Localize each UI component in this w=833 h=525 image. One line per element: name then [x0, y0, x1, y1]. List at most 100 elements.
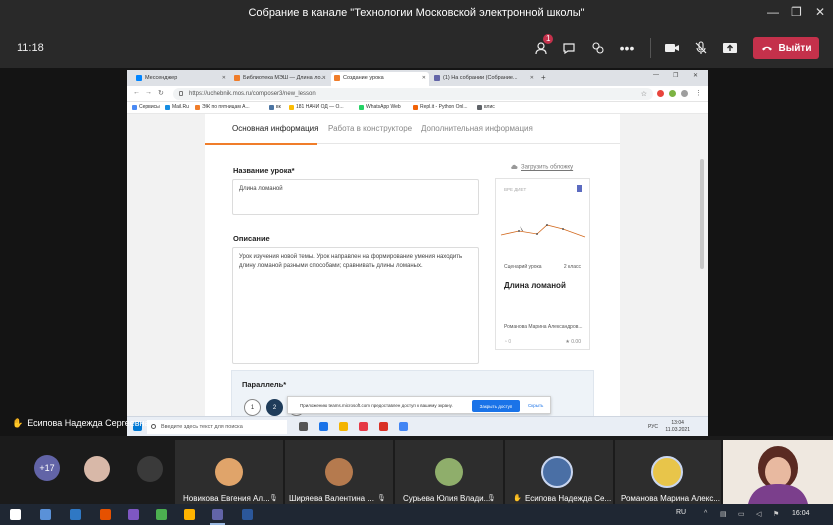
- bookmark-item[interactable]: вк: [269, 104, 281, 110]
- browser-minimize-icon[interactable]: —: [653, 72, 659, 78]
- teams-icon[interactable]: [210, 509, 225, 525]
- more-participants-button[interactable]: +17: [34, 455, 60, 481]
- bookmark-item[interactable]: влис: [477, 104, 495, 110]
- back-icon[interactable]: ←: [133, 89, 140, 96]
- page-scrollbar[interactable]: [700, 159, 704, 269]
- mesh-icon: [234, 75, 240, 81]
- hide-notification-button[interactable]: Скрыть: [528, 403, 543, 408]
- active-tab-indicator: [205, 143, 317, 145]
- tray-chevron-icon[interactable]: ^: [704, 510, 707, 517]
- forward-icon[interactable]: →: [145, 89, 152, 96]
- participant-tile[interactable]: Новикова Евгения Ал... 🎙: [175, 440, 283, 504]
- bookmark-star-icon[interactable]: ☆: [641, 90, 647, 98]
- taskbar-search[interactable]: Введите здесь текст для поиска: [147, 420, 287, 434]
- task-view-icon[interactable]: [299, 422, 308, 431]
- minimize-icon[interactable]: —: [767, 5, 779, 19]
- tab-close-icon[interactable]: ✕: [422, 75, 426, 81]
- bookmark-item[interactable]: 181 НАЧИ ОД — О...: [289, 104, 344, 110]
- close-icon[interactable]: ✕: [815, 5, 825, 19]
- card-rating: ★ 0.00: [565, 339, 581, 345]
- yandex-browser-icon[interactable]: [184, 509, 195, 520]
- more-options-icon[interactable]: •••: [617, 38, 637, 58]
- extension-icon[interactable]: [657, 90, 664, 97]
- internet-explorer-icon[interactable]: [40, 509, 51, 520]
- taskbar-clock[interactable]: 16:04: [792, 510, 810, 517]
- browser-tab-messenger[interactable]: Мессенджер ✕: [133, 72, 229, 86]
- toolbar-divider: [650, 38, 651, 58]
- description-label: Описание: [233, 234, 270, 243]
- meeting-timer: 11:18: [17, 42, 44, 54]
- stop-sharing-button[interactable]: Закрыть доступ: [472, 400, 520, 412]
- rating-value: 0.00: [571, 339, 581, 345]
- lesson-name-field[interactable]: Длина ломаной: [232, 179, 479, 215]
- self-video-tile[interactable]: [723, 440, 833, 504]
- tray-clock[interactable]: 13:04 11.03.2021: [665, 420, 690, 434]
- participant-tile[interactable]: Сурьева Юлия Влади... 🎙: [395, 440, 503, 504]
- tray-language[interactable]: РУС: [648, 424, 658, 430]
- lesson-preview-card[interactable]: ВРЕ ДИЕТ Сценарий урока 2 класс Длина ло…: [495, 178, 590, 350]
- tab-main-info[interactable]: Основная информация: [232, 124, 318, 133]
- extension-icon[interactable]: [669, 90, 676, 97]
- network-icon[interactable]: ▤: [720, 510, 727, 518]
- windows-start-icon[interactable]: [10, 509, 21, 520]
- chrome-icon[interactable]: [156, 509, 167, 520]
- word-icon[interactable]: [242, 509, 253, 520]
- mic-muted-icon[interactable]: [691, 38, 711, 58]
- mesh-icon: [195, 105, 200, 110]
- tab-additional-info[interactable]: Дополнительная информация: [421, 124, 533, 133]
- tab-constructor[interactable]: Работа в конструкторе: [328, 124, 412, 133]
- reactions-icon[interactable]: [588, 38, 608, 58]
- edge-icon[interactable]: [319, 422, 328, 431]
- bookmark-item[interactable]: Сервисы: [132, 104, 160, 110]
- visual-studio-icon[interactable]: [128, 509, 139, 520]
- bookmark-item[interactable]: ЭЖ по пятницам А...: [195, 104, 250, 110]
- bookmark-item[interactable]: Mail.Ru: [165, 104, 189, 110]
- maximize-icon[interactable]: ❐: [791, 5, 802, 19]
- battery-icon[interactable]: ▭: [738, 510, 745, 518]
- upload-cover-link[interactable]: Загрузить обложку: [510, 164, 573, 171]
- avatar: [651, 456, 683, 488]
- folder-icon[interactable]: [70, 509, 81, 520]
- mic-muted-icon: 🎙: [377, 495, 386, 502]
- taskbar-language[interactable]: RU: [676, 509, 686, 516]
- avatar[interactable]: [137, 456, 163, 482]
- opera-icon[interactable]: [379, 422, 388, 431]
- media-player-icon[interactable]: [100, 509, 111, 520]
- participants-icon[interactable]: 1: [531, 34, 554, 58]
- browser-close-icon[interactable]: ✕: [693, 72, 698, 79]
- leave-button[interactable]: Выйти: [753, 37, 819, 59]
- tab-close-icon[interactable]: ✕: [530, 75, 534, 81]
- tab-close-icon[interactable]: ✕: [322, 75, 326, 81]
- browser-tab-teams-meeting[interactable]: (1) На собрании (Собрание... ✕: [431, 72, 537, 86]
- flag-icon[interactable]: ⚑: [773, 510, 779, 518]
- participant-tile[interactable]: Романова Марина Алекс...: [615, 440, 721, 504]
- bookmark-item[interactable]: WhatsApp Web: [359, 104, 401, 110]
- browser-maximize-icon[interactable]: ❐: [673, 72, 678, 79]
- reload-icon[interactable]: ↻: [158, 89, 164, 97]
- file-explorer-icon[interactable]: [339, 422, 348, 431]
- browser-menu-icon[interactable]: ⋮: [695, 89, 702, 97]
- chat-icon[interactable]: [559, 38, 579, 58]
- parallel-option-2[interactable]: 2: [266, 399, 283, 416]
- volume-icon[interactable]: ◁: [756, 510, 761, 518]
- profile-avatar[interactable]: [681, 90, 688, 97]
- url-field[interactable]: https://uchebnik.mos.ru/composer3/new_le…: [173, 88, 653, 100]
- bookmark-icon[interactable]: [577, 185, 582, 192]
- card-kicker: ВРЕ ДИЕТ: [504, 187, 527, 192]
- teams-meeting-window: Собрание в канале "Технологии Московской…: [0, 0, 833, 525]
- browser-tab-library[interactable]: Библиотека МЭШ — Длина ло... ✕: [231, 72, 329, 86]
- share-screen-icon[interactable]: [720, 38, 740, 58]
- browser-tab-create-lesson[interactable]: Создание урока ✕: [331, 72, 429, 86]
- avatar[interactable]: [84, 456, 110, 482]
- description-field[interactable]: Урок изучения новой темы. Урок направлен…: [232, 247, 479, 364]
- yandex-icon[interactable]: [359, 422, 368, 431]
- participant-tile[interactable]: ✋ Есипова Надежда Се...: [505, 440, 613, 504]
- participant-tile[interactable]: Ширяева Валентина ... 🎙: [285, 440, 393, 504]
- bookmark-item[interactable]: Repl.it - Python Onl...: [413, 104, 468, 110]
- tab-close-icon[interactable]: ✕: [222, 75, 226, 81]
- camera-icon[interactable]: [662, 38, 682, 58]
- parallel-option-1[interactable]: 1: [244, 399, 261, 416]
- chrome-icon[interactable]: [399, 422, 408, 431]
- polyline-illustration: [500, 224, 586, 238]
- new-tab-button[interactable]: +: [541, 73, 546, 82]
